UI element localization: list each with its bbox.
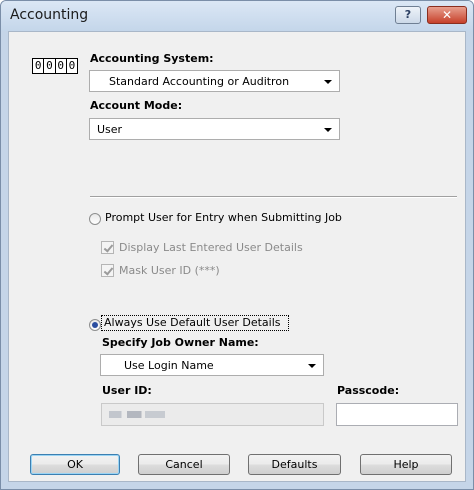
chevron-down-icon: [308, 364, 316, 368]
job-owner-name-value: Use Login Name: [124, 359, 214, 372]
account-mode-value: User: [97, 123, 123, 136]
prompt-user-radio[interactable]: [89, 213, 101, 225]
help-button[interactable]: Help: [360, 454, 452, 475]
chevron-down-icon: [324, 80, 332, 84]
counter-icon: 0 0 0 0: [32, 58, 78, 74]
close-icon: ✕: [441, 8, 453, 22]
account-mode-label: Account Mode:: [90, 99, 183, 112]
title-bar[interactable]: Accounting ? ✕: [1, 1, 473, 31]
always-default-label[interactable]: Always Use Default User Details: [104, 316, 281, 329]
account-mode-select[interactable]: User: [89, 118, 340, 140]
user-id-field[interactable]: [101, 403, 324, 426]
question-mark-icon: ?: [404, 8, 412, 21]
always-default-radio[interactable]: [89, 319, 101, 331]
accounting-system-select[interactable]: Standard Accounting or Auditron: [89, 70, 340, 92]
ok-button[interactable]: OK: [30, 454, 120, 475]
close-button[interactable]: ✕: [427, 6, 467, 24]
counter-digit: 0: [34, 59, 42, 72]
display-last-checkbox[interactable]: [101, 241, 114, 254]
passcode-label: Passcode:: [337, 384, 400, 397]
redacted-user-id: [109, 411, 165, 418]
accounting-system-label: Accounting System:: [90, 52, 214, 65]
chevron-down-icon: [324, 128, 332, 132]
display-last-label[interactable]: Display Last Entered User Details: [119, 241, 303, 254]
titlebar-help-button[interactable]: ?: [395, 6, 421, 24]
job-owner-name-select[interactable]: Use Login Name: [100, 354, 324, 376]
counter-digit: 0: [65, 59, 77, 73]
passcode-field[interactable]: [336, 403, 458, 426]
counter-digit: 0: [43, 59, 54, 73]
section-divider: [90, 196, 457, 198]
counter-digit: 0: [54, 59, 66, 73]
mask-user-id-label[interactable]: Mask User ID (***): [119, 264, 220, 277]
prompt-user-label[interactable]: Prompt User for Entry when Submitting Jo…: [105, 211, 342, 224]
defaults-button[interactable]: Defaults: [248, 454, 341, 475]
mask-user-id-checkbox[interactable]: [101, 264, 114, 277]
window-title: Accounting: [10, 7, 89, 23]
job-owner-name-label: Specify Job Owner Name:: [102, 336, 259, 349]
accounting-system-value: Standard Accounting or Auditron: [109, 75, 290, 88]
accounting-dialog: Accounting ? ✕ 0 0 0 0 Accounting System…: [0, 0, 474, 490]
cancel-button[interactable]: Cancel: [138, 454, 230, 475]
user-id-label: User ID:: [102, 384, 152, 397]
